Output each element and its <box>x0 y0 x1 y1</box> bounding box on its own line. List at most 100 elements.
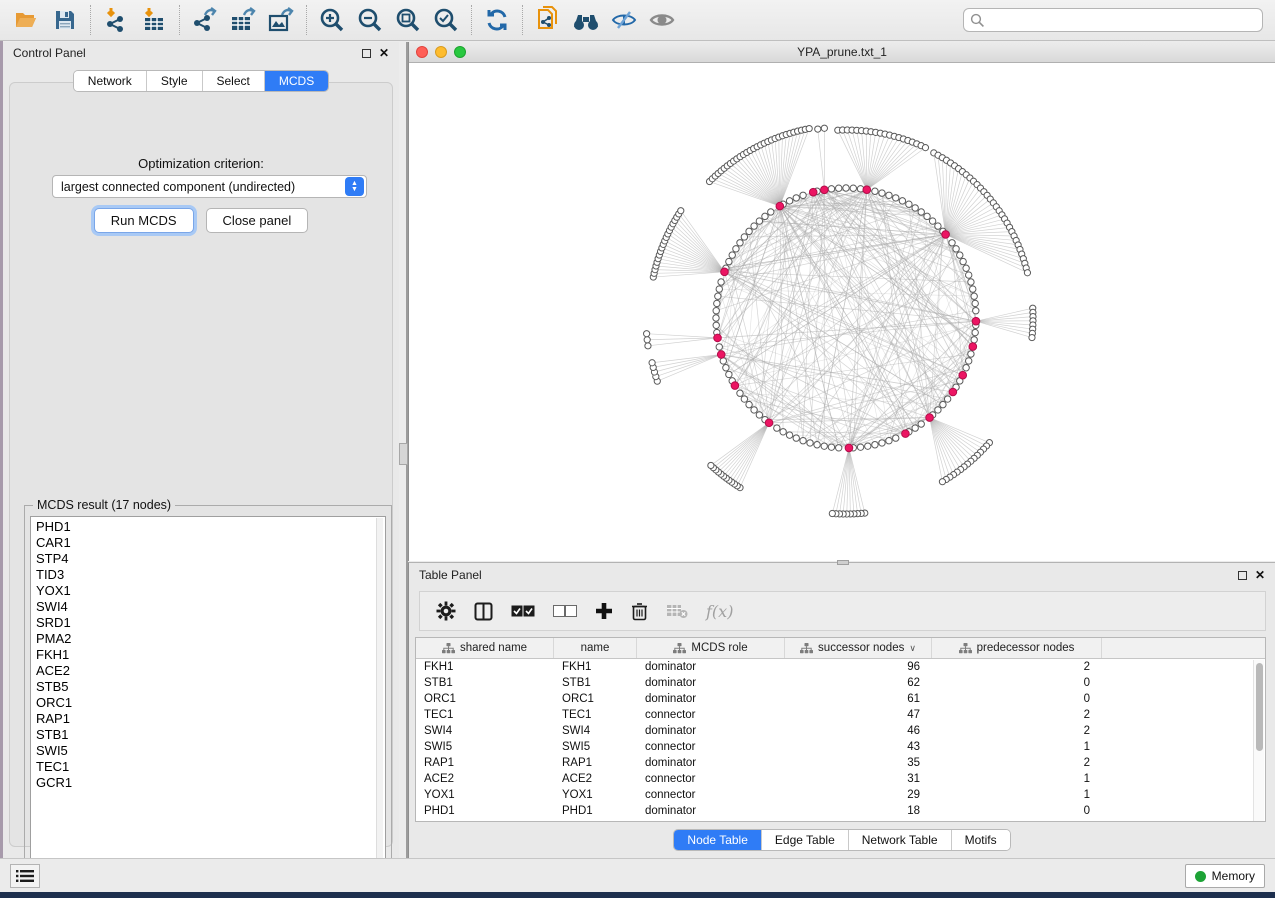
table-row[interactable]: SWI5SWI5connector431 <box>416 739 1265 755</box>
table-row[interactable]: STB1STB1dominator620 <box>416 675 1265 691</box>
network-node[interactable] <box>800 438 806 444</box>
mcds-node[interactable] <box>926 414 934 422</box>
network-node[interactable] <box>786 198 792 204</box>
mcds-result-item[interactable]: STB5 <box>36 679 385 695</box>
mcds-node[interactable] <box>863 186 871 194</box>
network-node[interactable] <box>857 444 863 450</box>
network-node[interactable] <box>972 300 978 306</box>
network-node[interactable] <box>971 293 977 299</box>
network-node[interactable] <box>843 185 849 191</box>
table-row[interactable]: ACE2ACE2connector311 <box>416 771 1265 787</box>
network-leaf-node[interactable] <box>922 145 928 151</box>
network-node[interactable] <box>786 432 792 438</box>
network-node[interactable] <box>746 228 752 234</box>
deselect-all-columns-button[interactable] <box>553 605 577 617</box>
add-column-button[interactable] <box>595 602 613 620</box>
network-node[interactable] <box>963 365 969 371</box>
table-row[interactable]: YOX1YOX1connector291 <box>416 787 1265 803</box>
table-row[interactable]: FKH1FKH1dominator962 <box>416 659 1265 675</box>
mcds-node[interactable] <box>845 444 853 452</box>
network-node[interactable] <box>968 351 974 357</box>
network-node[interactable] <box>828 186 834 192</box>
search-binoculars-button[interactable] <box>567 3 605 37</box>
network-node[interactable] <box>968 279 974 285</box>
network-node[interactable] <box>723 365 729 371</box>
network-node[interactable] <box>973 308 979 314</box>
mcds-node[interactable] <box>731 382 739 390</box>
network-node[interactable] <box>918 209 924 215</box>
export-network-button[interactable] <box>186 3 224 37</box>
tab-select[interactable]: Select <box>203 71 265 91</box>
table-row[interactable]: SWI4SWI4dominator462 <box>416 723 1265 739</box>
network-node[interactable] <box>865 443 871 449</box>
network-node[interactable] <box>886 192 892 198</box>
network-node[interactable] <box>971 337 977 343</box>
mcds-node[interactable] <box>972 317 980 325</box>
mcds-node[interactable] <box>776 202 784 210</box>
network-node[interactable] <box>940 401 946 407</box>
network-leaf-node[interactable] <box>829 510 835 516</box>
network-node[interactable] <box>929 218 935 224</box>
task-history-button[interactable] <box>10 864 40 888</box>
network-leaf-node[interactable] <box>815 126 821 132</box>
mcds-node[interactable] <box>721 268 729 276</box>
float-panel-icon[interactable] <box>362 49 371 58</box>
tab-node-table[interactable]: Node Table <box>674 830 762 850</box>
network-leaf-node[interactable] <box>708 462 714 468</box>
network-node[interactable] <box>807 440 813 446</box>
horizontal-splitter-handle[interactable] <box>837 560 849 565</box>
network-leaf-node[interactable] <box>1029 334 1035 340</box>
network-node[interactable] <box>737 390 743 396</box>
close-panel-icon[interactable]: ✕ <box>1255 569 1265 581</box>
vertical-splitter-handle[interactable] <box>399 443 408 465</box>
network-node[interactable] <box>751 407 757 413</box>
network-node[interactable] <box>733 246 739 252</box>
network-leaf-node[interactable] <box>644 337 650 343</box>
network-node[interactable] <box>726 258 732 264</box>
network-node[interactable] <box>716 286 722 292</box>
network-node[interactable] <box>912 425 918 431</box>
network-node[interactable] <box>960 258 966 264</box>
network-node[interactable] <box>957 252 963 258</box>
search-input[interactable] <box>985 13 1256 27</box>
network-node[interactable] <box>793 195 799 201</box>
column-header-MCDS-role[interactable]: MCDS role <box>637 638 785 658</box>
network-node[interactable] <box>944 396 950 402</box>
tab-style[interactable]: Style <box>147 71 203 91</box>
mcds-result-item[interactable]: STP4 <box>36 551 385 567</box>
mcds-node[interactable] <box>717 351 725 359</box>
network-node[interactable] <box>972 329 978 335</box>
table-options-gear-button[interactable] <box>436 601 456 621</box>
network-node[interactable] <box>879 440 885 446</box>
mcds-result-item[interactable]: ACE2 <box>36 663 385 679</box>
network-node[interactable] <box>872 442 878 448</box>
network-node[interactable] <box>935 223 941 229</box>
network-node[interactable] <box>893 195 899 201</box>
network-node[interactable] <box>912 205 918 211</box>
network-node[interactable] <box>746 401 752 407</box>
network-node[interactable] <box>966 272 972 278</box>
mcds-result-item[interactable]: SWI4 <box>36 599 385 615</box>
memory-button[interactable]: Memory <box>1185 864 1265 888</box>
mcds-result-item[interactable]: SRD1 <box>36 615 385 631</box>
network-node[interactable] <box>879 190 885 196</box>
show-details-button[interactable] <box>643 3 681 37</box>
mcds-node[interactable] <box>821 186 829 194</box>
network-node[interactable] <box>872 188 878 194</box>
network-node[interactable] <box>774 425 780 431</box>
network-node[interactable] <box>751 223 757 229</box>
clone-network-button[interactable] <box>529 3 567 37</box>
mcds-result-list[interactable]: PHD1CAR1STP4TID3YOX1SWI4SRD1PMA2FKH1ACE2… <box>30 516 386 871</box>
tab-network-table[interactable]: Network Table <box>849 830 952 850</box>
network-node[interactable] <box>793 435 799 441</box>
network-node[interactable] <box>715 293 721 299</box>
network-node[interactable] <box>741 396 747 402</box>
network-node[interactable] <box>713 315 719 321</box>
table-row[interactable]: ORC1ORC1dominator610 <box>416 691 1265 707</box>
column-header-successor-nodes[interactable]: successor nodes∨ <box>785 638 932 658</box>
network-node[interactable] <box>899 198 905 204</box>
zoom-selected-button[interactable] <box>427 3 465 37</box>
mcds-node[interactable] <box>949 388 957 396</box>
network-canvas[interactable] <box>409 63 1274 560</box>
export-image-button[interactable] <box>262 3 300 37</box>
